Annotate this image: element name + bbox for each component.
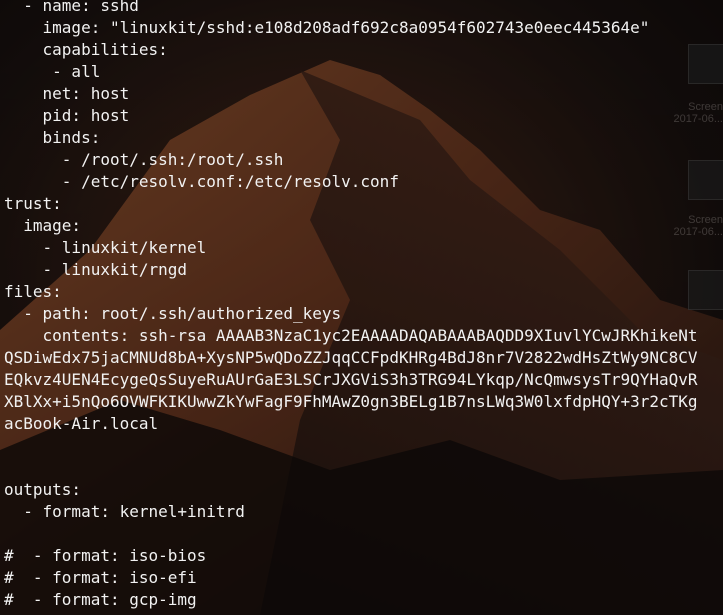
desktop: Screen 2017-06... Screen 2017-06... - na…	[0, 0, 723, 615]
terminal-line: - path: root/.ssh/authorized_keys	[4, 304, 342, 323]
terminal-line: image:	[4, 216, 82, 235]
terminal-output[interactable]: - name: sshd image: "linuxkit/sshd:e108d…	[4, 0, 698, 611]
terminal-line: trust:	[4, 194, 62, 213]
terminal-line: QSDiwEdx75jaCMNUd8bA+XysNP5wQDoZZJqqCCFp…	[4, 348, 698, 367]
terminal-line: pid: host	[4, 106, 130, 125]
terminal-line: binds:	[4, 128, 101, 147]
terminal-line: acBook-Air.local	[4, 414, 159, 433]
terminal-line: net: host	[4, 84, 130, 103]
terminal-line: contents: ssh-rsa AAAAB3NzaC1yc2EAAAADAQ…	[4, 326, 698, 345]
terminal-line: # - format: iso-efi	[4, 568, 197, 587]
terminal-line: XBlXx+i5nQo6OVWFKIKUwwZkYwFagF9FhMAwZ0gn…	[4, 392, 698, 411]
terminal-line: - format: kernel+initrd	[4, 502, 245, 521]
terminal-line: - /etc/resolv.conf:/etc/resolv.conf	[4, 172, 399, 191]
terminal-line: # - format: iso-bios	[4, 546, 207, 565]
terminal-line: - /root/.ssh:/root/.ssh	[4, 150, 284, 169]
terminal-line: EQkvz4UEN4EcygeQsSuyeRuAUrGaE3LSCrJXGViS…	[4, 370, 698, 389]
terminal-line: - all	[4, 62, 101, 81]
terminal-line: - linuxkit/rngd	[4, 260, 188, 279]
terminal-line: - linuxkit/kernel	[4, 238, 207, 257]
terminal-line: outputs:	[4, 480, 82, 499]
terminal-line: capabilities:	[4, 40, 168, 59]
terminal-line: files:	[4, 282, 62, 301]
terminal-line: image: "linuxkit/sshd:e108d208adf692c8a0…	[4, 18, 650, 37]
terminal-window[interactable]: - name: sshd image: "linuxkit/sshd:e108d…	[0, 0, 723, 615]
terminal-line: # - format: gcp-img	[4, 590, 197, 609]
terminal-line: - name: sshd	[4, 0, 139, 15]
